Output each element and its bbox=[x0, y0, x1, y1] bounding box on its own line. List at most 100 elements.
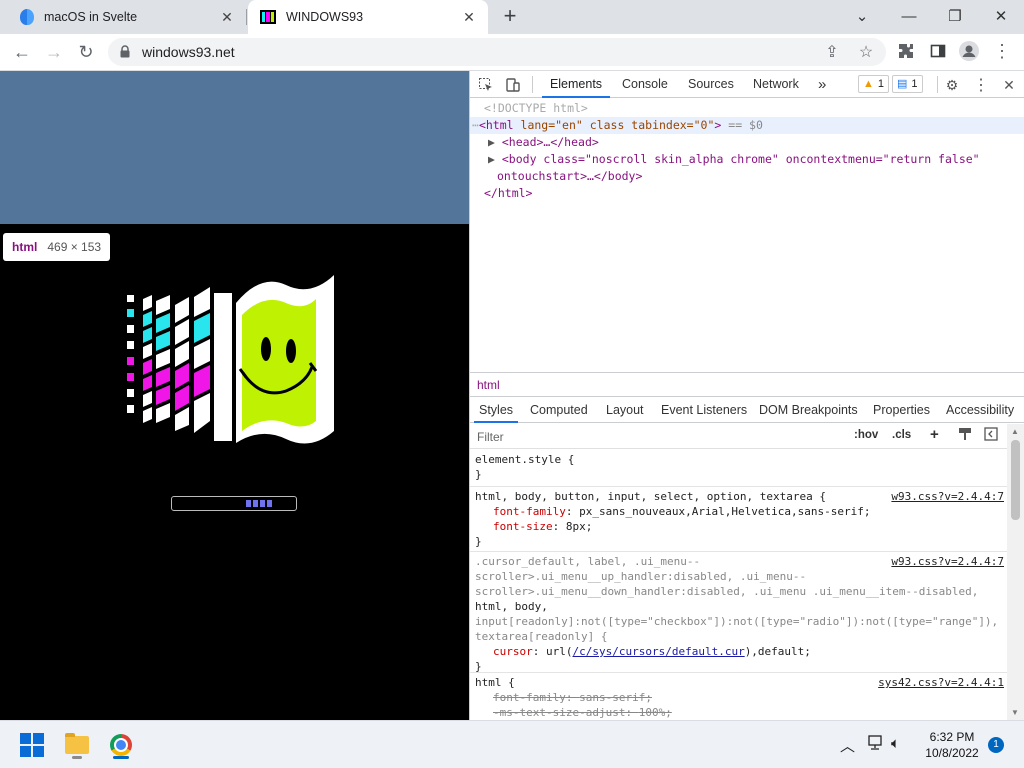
element-highlight-overlay bbox=[0, 71, 469, 224]
chrome-menu-icon[interactable]: ⋮ bbox=[990, 39, 1014, 63]
subtab-dom-breakpoints[interactable]: DOM Breakpoints bbox=[759, 397, 858, 423]
messages-badge[interactable]: ▤ 1 bbox=[892, 75, 923, 93]
rule-close: } bbox=[475, 468, 482, 481]
url-text: windows93.net bbox=[142, 44, 235, 60]
folder-icon bbox=[65, 733, 89, 754]
tab-title: WINDOWS93 bbox=[286, 10, 364, 24]
rule-selector-line: scroller>.ui_menu__down_handler:disabled… bbox=[475, 585, 979, 598]
dom-node-html[interactable]: ⋯<html lang="en" class tabindex="0"> == … bbox=[472, 117, 763, 134]
side-panel-icon[interactable] bbox=[926, 39, 950, 63]
style-property-overridden[interactable]: font-family: sans-serif; bbox=[475, 690, 1003, 705]
back-button[interactable]: ← bbox=[9, 39, 35, 65]
show-hidden-icons-chevron-icon[interactable]: ︿ bbox=[840, 735, 855, 756]
minimize-button[interactable]: — bbox=[886, 0, 932, 32]
browser-tab-active[interactable]: WINDOWS93 ✕ bbox=[248, 0, 488, 34]
style-rule[interactable]: html, body, button, input, select, optio… bbox=[470, 487, 1008, 552]
tab-console[interactable]: Console bbox=[622, 71, 668, 98]
breadcrumb-item-html[interactable]: html bbox=[477, 378, 500, 392]
address-bar[interactable]: windows93.net ⇪ ☆ bbox=[108, 38, 886, 66]
profile-avatar-icon[interactable] bbox=[957, 39, 981, 63]
scrollbar-thumb[interactable] bbox=[1011, 440, 1020, 520]
style-rule[interactable]: html { sys42.css?v=2.4.4:1 font-family: … bbox=[470, 673, 1008, 720]
volume-icon[interactable]: 🔈︎ bbox=[891, 735, 900, 752]
dom-tree: <!DOCTYPE html> ⋯<html lang="en" class t… bbox=[470, 99, 1024, 371]
rule-close: } bbox=[475, 535, 482, 548]
chrome-taskbar-button[interactable] bbox=[105, 729, 137, 761]
notification-badge[interactable]: 1 bbox=[988, 737, 1004, 753]
browser-tab-strip: macOS in Svelte ✕ WINDOWS93 ✕ + ⌄ — ❐ ✕ bbox=[0, 0, 1024, 34]
subtab-computed[interactable]: Computed bbox=[530, 397, 588, 423]
style-property-overridden[interactable]: -ms-text-size-adjust: 100%; bbox=[475, 705, 1003, 720]
rule-source-link[interactable]: w93.css?v=2.4.4:7 bbox=[891, 554, 1004, 569]
start-button[interactable] bbox=[16, 729, 48, 761]
extensions-puzzle-icon[interactable] bbox=[894, 39, 918, 63]
new-tab-button[interactable]: + bbox=[498, 4, 522, 30]
chrome-icon bbox=[110, 734, 132, 756]
close-window-button[interactable]: ✕ bbox=[978, 0, 1024, 32]
reload-button[interactable]: ↻ bbox=[73, 39, 99, 65]
dom-node-head[interactable]: ▶ <head>…</head> bbox=[488, 134, 599, 151]
file-explorer-button[interactable] bbox=[61, 729, 93, 761]
style-property[interactable]: cursor: url(/c/sys/cursors/default.cur),… bbox=[475, 644, 1003, 659]
subtab-layout[interactable]: Layout bbox=[606, 397, 644, 423]
tab-network[interactable]: Network bbox=[753, 71, 799, 98]
style-rule[interactable]: .cursor_default, label, .ui_menu-- w93.c… bbox=[470, 552, 1008, 673]
style-property[interactable]: font-size: 8px; bbox=[475, 519, 1003, 534]
rule-close: } bbox=[475, 660, 482, 673]
bookmark-star-icon[interactable]: ☆ bbox=[854, 40, 878, 64]
style-property[interactable]: font-family: px_sans_nouveaux,Arial,Helv… bbox=[475, 504, 1003, 519]
message-icon: ▤ bbox=[897, 78, 908, 90]
styles-scrollbar[interactable]: ▲ ▼ bbox=[1007, 424, 1024, 720]
windows93-logo bbox=[127, 275, 334, 444]
cursor-url-link[interactable]: /c/sys/cursors/default.cur bbox=[573, 645, 745, 658]
expand-triangle-icon[interactable]: ▶ bbox=[488, 152, 495, 166]
close-devtools-icon[interactable]: ✕ bbox=[999, 75, 1019, 95]
page-viewport[interactable]: html 469 × 153 bbox=[0, 71, 469, 720]
more-tabs-button[interactable]: » bbox=[818, 71, 826, 98]
paint-brush-icon[interactable] bbox=[958, 427, 972, 444]
share-icon[interactable]: ⇪ bbox=[820, 40, 844, 64]
windows-start-icon bbox=[20, 733, 44, 757]
progress-fill bbox=[246, 500, 272, 507]
tab-sources[interactable]: Sources bbox=[688, 71, 734, 98]
toggle-sidebar-icon[interactable] bbox=[984, 427, 998, 444]
styles-filter-input[interactable] bbox=[472, 427, 844, 446]
close-tab-icon[interactable]: ✕ bbox=[460, 9, 478, 26]
rule-source-link[interactable]: w93.css?v=2.4.4:7 bbox=[891, 489, 1004, 504]
dom-node-body[interactable]: ▶ <body class="noscroll skin_alpha chrom… bbox=[488, 151, 980, 168]
subtab-event-listeners[interactable]: Event Listeners bbox=[661, 397, 747, 423]
system-clock[interactable]: 6:32 PM 10/8/2022 bbox=[916, 729, 988, 761]
loading-progress-bar bbox=[171, 496, 297, 511]
tab-search-icon[interactable]: ⌄ bbox=[839, 0, 885, 32]
inspect-element-icon[interactable] bbox=[476, 75, 496, 95]
close-tab-icon[interactable]: ✕ bbox=[218, 9, 236, 26]
subtab-accessibility[interactable]: Accessibility bbox=[946, 397, 1014, 423]
settings-gear-icon[interactable]: ⚙ bbox=[942, 75, 962, 95]
styles-filter-row: :hov .cls + bbox=[470, 424, 1008, 449]
expand-triangle-icon[interactable]: ▶ bbox=[488, 135, 495, 149]
styles-subtabs: Styles Computed Layout Event Listeners D… bbox=[470, 396, 1024, 423]
tab-elements[interactable]: Elements bbox=[542, 71, 610, 98]
hover-state-toggle[interactable]: :hov bbox=[854, 429, 878, 441]
running-indicator bbox=[72, 756, 82, 759]
network-icon[interactable] bbox=[866, 735, 884, 755]
inspect-tooltip: html 469 × 153 bbox=[3, 233, 111, 261]
clock-time: 6:32 PM bbox=[929, 730, 975, 744]
active-indicator bbox=[113, 756, 129, 759]
browser-tab[interactable]: macOS in Svelte ✕ bbox=[8, 0, 247, 34]
dom-doctype: <!DOCTYPE html> bbox=[484, 101, 588, 115]
new-style-rule-icon[interactable]: + bbox=[930, 426, 939, 443]
restore-button[interactable]: ❐ bbox=[932, 0, 978, 32]
devtools-panel: Elements Console Sources Network » ▲ 1 ▤… bbox=[469, 71, 1024, 720]
forward-button[interactable]: → bbox=[41, 39, 67, 65]
class-toggle[interactable]: .cls bbox=[892, 429, 911, 441]
devtools-menu-icon[interactable]: ⋮ bbox=[971, 75, 991, 95]
warnings-badge[interactable]: ▲ 1 bbox=[858, 75, 890, 93]
device-toolbar-icon[interactable] bbox=[503, 75, 523, 95]
style-rule[interactable]: element.style { } bbox=[470, 450, 1008, 487]
rule-source-link[interactable]: sys42.css?v=2.4.4:1 bbox=[878, 675, 1004, 690]
apple-favicon-icon bbox=[20, 9, 34, 25]
subtab-styles[interactable]: Styles bbox=[474, 397, 519, 423]
subtab-properties[interactable]: Properties bbox=[873, 397, 930, 423]
dom-node-html-close: </html> bbox=[484, 186, 533, 200]
